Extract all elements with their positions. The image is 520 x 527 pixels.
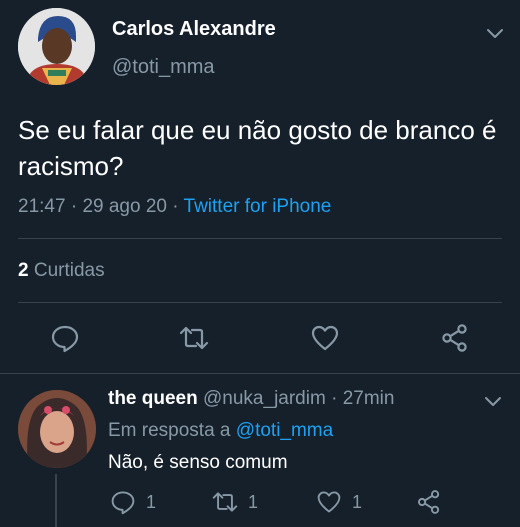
- share-icon[interactable]: [440, 323, 470, 353]
- like-count: 1: [352, 491, 363, 512]
- tweet-time: 21:47: [18, 196, 66, 217]
- avatar-image: [18, 8, 95, 85]
- avatar[interactable]: [18, 8, 95, 85]
- reply-share-button[interactable]: [416, 488, 442, 516]
- author-handle[interactable]: @toti_mma: [112, 56, 215, 79]
- reply-to-line: Em resposta a @toti_mma: [108, 420, 333, 442]
- author-name[interactable]: Carlos Alexandre: [112, 18, 276, 41]
- meta-separator: ·: [331, 388, 338, 409]
- reply-author-handle[interactable]: @nuka_jardim: [203, 388, 326, 409]
- reply-avatar-image: [18, 390, 96, 468]
- meta-separator: ·: [70, 196, 78, 217]
- reply-like-button[interactable]: 1: [316, 488, 362, 516]
- reply-count: 1: [146, 491, 157, 512]
- reply-age: 27min: [342, 388, 395, 409]
- likes-count: 2: [18, 260, 29, 281]
- reply-text: Não, é senso comum: [108, 452, 288, 473]
- reply-author-name[interactable]: the queen: [108, 388, 198, 409]
- share-icon: [417, 490, 440, 514]
- retweet-icon: [212, 492, 238, 512]
- reply-to-prefix: Em resposta a: [108, 420, 231, 441]
- reply-retweet-button[interactable]: 1: [212, 488, 258, 516]
- tweet-date: 29 ago 20: [82, 196, 167, 217]
- reply-header: the queen @nuka_jardim · 27min: [108, 388, 394, 410]
- retweet-icon[interactable]: [179, 323, 209, 353]
- thread-line: [55, 474, 57, 527]
- meta-separator: ·: [172, 196, 179, 217]
- retweet-count: 1: [248, 491, 259, 512]
- likes-stat[interactable]: 2 Curtidas: [18, 260, 105, 282]
- reply-avatar[interactable]: [18, 390, 96, 468]
- chevron-down-icon[interactable]: [484, 22, 506, 44]
- tweet-source-link[interactable]: Twitter for iPhone: [184, 196, 332, 217]
- tweet-meta: 21:47 · 29 ago 20 · Twitter for iPhone: [18, 196, 331, 218]
- divider: [18, 302, 502, 303]
- tweet-text: Se eu falar que eu não gosto de branco é…: [18, 115, 497, 181]
- heart-icon[interactable]: [310, 323, 340, 353]
- reply-icon[interactable]: [50, 323, 80, 353]
- heart-icon: [317, 491, 341, 513]
- divider: [0, 373, 520, 374]
- chevron-down-icon[interactable]: [482, 390, 504, 412]
- reply-to-mention[interactable]: @toti_mma: [236, 420, 333, 441]
- divider: [18, 238, 502, 239]
- likes-label: Curtidas: [33, 260, 105, 281]
- reply-reply-button[interactable]: 1: [110, 488, 156, 516]
- reply-icon: [111, 491, 135, 515]
